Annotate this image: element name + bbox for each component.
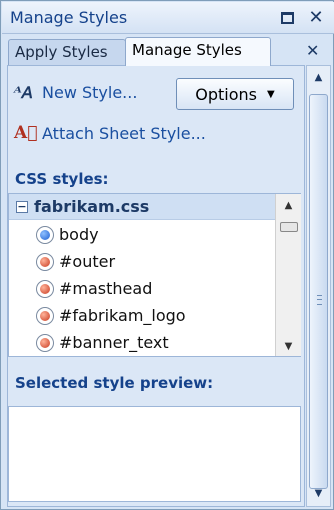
new-style-icon: ᴬ𝘈 bbox=[14, 82, 33, 102]
style-item-label: body bbox=[59, 225, 99, 244]
id-style-icon bbox=[36, 252, 54, 271]
panel-scroll-up-icon[interactable]: ▲ bbox=[307, 68, 330, 88]
css-styles-tree: − fabrikam.css body #outer #masthead #fa… bbox=[8, 193, 301, 357]
attach-style-sheet-icon: A⃞ bbox=[14, 123, 38, 143]
style-item-fabrikam-logo[interactable]: #fabrikam_logo bbox=[9, 302, 275, 329]
title-bar: Manage Styles ✕ bbox=[2, 2, 334, 34]
selected-style-preview-label: Selected style preview: bbox=[15, 374, 214, 392]
css-styles-label: CSS styles: bbox=[15, 170, 109, 188]
scroll-up-icon[interactable]: ▲ bbox=[276, 200, 301, 211]
style-item-body[interactable]: body bbox=[9, 221, 275, 248]
maximize-icon bbox=[280, 12, 294, 24]
new-style-label: New Style... bbox=[42, 82, 138, 102]
scroll-down-icon[interactable]: ▼ bbox=[276, 341, 301, 352]
style-item-label: #masthead bbox=[59, 279, 153, 298]
options-button[interactable]: Options ▼ bbox=[176, 78, 294, 110]
selected-style-preview-box bbox=[8, 406, 301, 502]
grip-icon bbox=[317, 295, 322, 305]
style-item-masthead[interactable]: #masthead bbox=[9, 275, 275, 302]
attach-style-sheet-label: Attach Sheet Style... bbox=[42, 123, 206, 143]
tab-strip: Apply Styles Manage Styles ✕ bbox=[2, 34, 334, 66]
collapse-icon[interactable]: − bbox=[16, 200, 28, 213]
css-file-name: fabrikam.css bbox=[34, 197, 150, 216]
panel-scrollbar[interactable]: ▲ ▼ bbox=[306, 65, 331, 507]
new-style-link[interactable]: ᴬ𝘈 New Style... bbox=[14, 80, 137, 104]
window-title: Manage Styles bbox=[10, 8, 128, 27]
dropdown-arrow-icon: ▼ bbox=[267, 88, 275, 100]
manage-styles-panel: Manage Styles ✕ Apply Styles Manage Styl… bbox=[0, 0, 334, 510]
element-style-icon bbox=[36, 225, 54, 244]
tree-scroll-thumb[interactable] bbox=[280, 222, 298, 232]
panel-scroll-down-icon[interactable]: ▼ bbox=[307, 484, 330, 504]
panel-scroll-thumb[interactable] bbox=[309, 94, 328, 489]
tree-scrollbar[interactable]: ▲ ▼ bbox=[275, 194, 301, 356]
attach-style-sheet-link[interactable]: A⃞ Attach Sheet Style... bbox=[14, 121, 206, 145]
tab-manage-styles[interactable]: Manage Styles bbox=[125, 37, 271, 66]
maximize-button[interactable] bbox=[277, 8, 297, 28]
id-style-icon bbox=[36, 333, 54, 352]
tab-close-icon[interactable]: ✕ bbox=[306, 41, 319, 60]
id-style-icon bbox=[36, 279, 54, 298]
style-item-outer[interactable]: #outer bbox=[9, 248, 275, 275]
style-item-banner-text[interactable]: #banner_text bbox=[9, 329, 275, 356]
style-item-label: #outer bbox=[59, 252, 116, 271]
close-icon: ✕ bbox=[308, 7, 324, 28]
close-panel-button[interactable]: ✕ bbox=[306, 8, 326, 28]
css-file-node[interactable]: − fabrikam.css bbox=[9, 194, 275, 220]
manage-styles-content: ᴬ𝘈 New Style... Options ▼ A⃞ Attach Shee… bbox=[7, 65, 305, 507]
id-style-icon bbox=[36, 306, 54, 325]
options-label: Options bbox=[195, 84, 258, 104]
css-style-list: body #outer #masthead #fabrikam_logo #ba… bbox=[9, 221, 275, 356]
tab-apply-styles[interactable]: Apply Styles bbox=[8, 39, 126, 65]
style-item-label: #fabrikam_logo bbox=[59, 306, 186, 325]
style-item-label: #banner_text bbox=[59, 333, 169, 352]
